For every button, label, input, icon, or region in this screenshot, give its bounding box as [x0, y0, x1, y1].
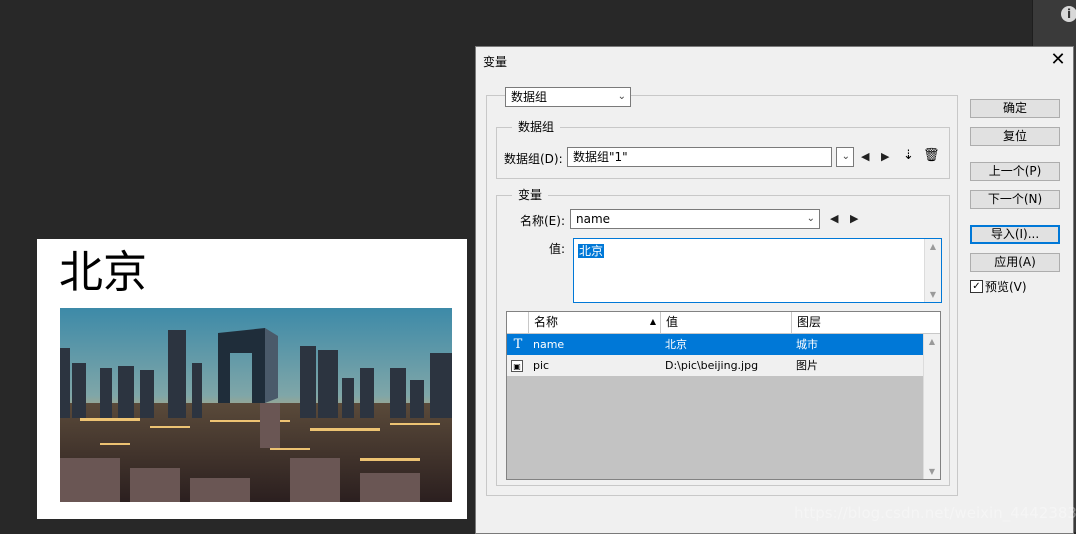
scroll-up-icon[interactable]: ▲ [924, 337, 940, 346]
dataset-label: 数据组(D): [504, 152, 563, 166]
header-value[interactable]: 值 [661, 312, 792, 333]
next-button[interactable]: 下一个(N) [970, 190, 1060, 209]
variables-group-legend: 变量 [512, 186, 549, 203]
city-skyline-photo [60, 308, 452, 502]
dataset-dropdown-button[interactable]: ⌄ [836, 147, 854, 167]
scroll-down-icon[interactable]: ▼ [925, 290, 941, 299]
header-name[interactable]: 名称 ▲ [529, 312, 661, 333]
close-icon[interactable]: ✕ [1048, 50, 1068, 70]
header-value-label: 值 [666, 315, 679, 329]
dataset-field[interactable]: 数据组"1" [567, 147, 832, 167]
name-label: 名称(E): [520, 214, 565, 228]
row-layer: 图片 [796, 359, 818, 372]
info-icon[interactable]: i [1061, 6, 1076, 22]
import-button[interactable]: 导入(I)... [970, 225, 1060, 244]
dialog-title: 变量 [483, 55, 508, 69]
previous-button[interactable]: 上一个(P) [970, 162, 1060, 181]
scroll-down-icon[interactable]: ▼ [924, 467, 940, 476]
reset-button[interactable]: 复位 [970, 127, 1060, 146]
row-value: 北京 [665, 338, 687, 351]
value-scrollbar[interactable]: ▲ ▼ [924, 239, 941, 302]
header-layer[interactable]: 图层 [792, 312, 940, 333]
header-name-label: 名称 [534, 315, 559, 329]
header-icon-col [507, 312, 529, 333]
variable-name-select[interactable]: name ⌄ [570, 209, 820, 229]
document-title-text: 北京 [59, 247, 147, 298]
trash-icon[interactable]: 🗑 [923, 148, 940, 163]
variables-table: 名称 ▲ 值 图层 T name 北京 城市 ▣ pic D:\pic\beij… [506, 311, 941, 480]
table-scrollbar[interactable]: ▲ ▼ [923, 334, 940, 479]
variable-name-value: name [576, 212, 611, 226]
mode-select[interactable]: 数据组 ⌄ [505, 87, 631, 107]
value-text: 北京 [578, 244, 605, 258]
row-name: name [533, 338, 565, 351]
sort-asc-icon: ▲ [649, 317, 656, 326]
text-layer-icon: T [513, 337, 523, 352]
document-canvas: 北京 [37, 239, 467, 519]
image-layer-icon: ▣ [511, 360, 523, 372]
table-row[interactable]: ▣ pic D:\pic\beijing.jpg 图片 [507, 355, 923, 376]
import-dataset-icon[interactable]: ⇣ [903, 148, 914, 163]
chevron-down-icon: ⌄ [806, 213, 815, 224]
preview-checkbox[interactable]: ✓ [970, 280, 983, 293]
next-dataset-icon[interactable]: ▶ [881, 150, 889, 163]
row-name: pic [533, 359, 550, 372]
apply-button[interactable]: 应用(A) [970, 253, 1060, 272]
value-label: 值: [549, 242, 566, 256]
previous-variable-icon[interactable]: ◀ [830, 212, 838, 225]
mode-select-value: 数据组 [511, 90, 548, 104]
scroll-up-icon[interactable]: ▲ [925, 242, 941, 251]
chevron-down-icon: ⌄ [841, 151, 850, 162]
dataset-field-value: 数据组"1" [573, 150, 628, 164]
dataset-group-legend: 数据组 [512, 118, 561, 135]
table-header: 名称 ▲ 值 图层 [507, 312, 940, 334]
header-layer-label: 图层 [797, 315, 822, 329]
ok-button[interactable]: 确定 [970, 99, 1060, 118]
variables-dialog: 变量 ✕ 数据组 ⌄ 数据组 数据组(D): 数据组"1" ⌄ ◀ ▶ ⇣ 🗑 … [475, 46, 1074, 534]
chevron-down-icon: ⌄ [617, 91, 626, 102]
next-variable-icon[interactable]: ▶ [850, 212, 858, 225]
watermark-text: https://blog.csdn.net/weixin_4442383 [794, 504, 1076, 522]
row-layer: 城市 [796, 338, 818, 351]
row-value: D:\pic\beijing.jpg [665, 359, 759, 372]
value-textarea[interactable]: 北京 ▲ ▼ [573, 238, 942, 303]
preview-label: 预览(V) [985, 280, 1027, 294]
previous-dataset-icon[interactable]: ◀ [861, 150, 869, 163]
table-row[interactable]: T name 北京 城市 [507, 334, 923, 355]
